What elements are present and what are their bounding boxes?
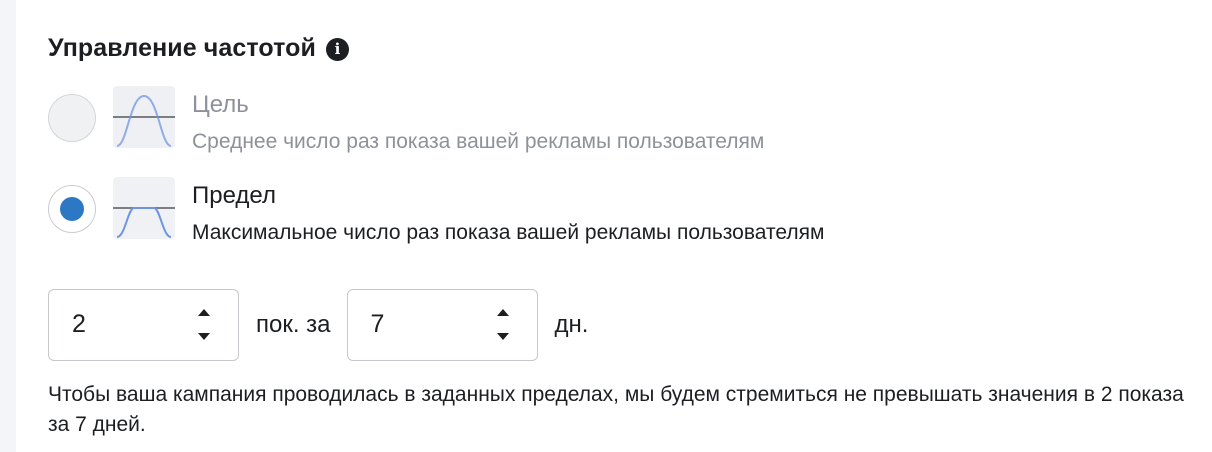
impressions-value[interactable]: 2 bbox=[72, 310, 86, 339]
frequency-note: Чтобы ваша кампания проводилась в заданн… bbox=[48, 383, 1184, 436]
radio-cap[interactable] bbox=[48, 185, 96, 233]
bell-curve-icon bbox=[113, 86, 175, 148]
frequency-inputs-row: 2 пок. за 7 дн. bbox=[48, 289, 588, 361]
section-header: Управление частотой i bbox=[48, 34, 350, 63]
capped-curve-icon bbox=[113, 177, 175, 239]
option-cap-title: Предел bbox=[192, 182, 276, 209]
up-down-arrows-icon[interactable] bbox=[196, 305, 212, 345]
radio-goal[interactable] bbox=[48, 94, 96, 142]
impressions-stepper[interactable]: 2 bbox=[48, 289, 239, 361]
option-goal-title: Цель bbox=[192, 91, 249, 118]
option-goal-description: Среднее число раз показа вашей рекламы п… bbox=[192, 130, 765, 153]
left-edge-strip bbox=[0, 0, 16, 452]
section-title: Управление частотой bbox=[48, 34, 317, 62]
days-value[interactable]: 7 bbox=[371, 310, 385, 339]
days-unit-label: дн. bbox=[554, 311, 589, 338]
option-goal[interactable]: Цель Среднее число раз показа вашей рекл… bbox=[48, 86, 764, 156]
option-cap-description: Максимальное число раз показа вашей рекл… bbox=[192, 221, 825, 244]
separator-label: пок. за bbox=[256, 311, 331, 338]
up-down-arrows-icon[interactable] bbox=[495, 305, 511, 345]
info-icon[interactable]: i bbox=[326, 37, 350, 61]
radio-selected-dot bbox=[60, 197, 84, 221]
frequency-control-panel: Управление частотой i Цель Среднее число… bbox=[48, 0, 1198, 452]
days-stepper[interactable]: 7 bbox=[346, 289, 538, 361]
option-cap[interactable]: Предел Максимальное число раз показа ваш… bbox=[48, 177, 824, 247]
